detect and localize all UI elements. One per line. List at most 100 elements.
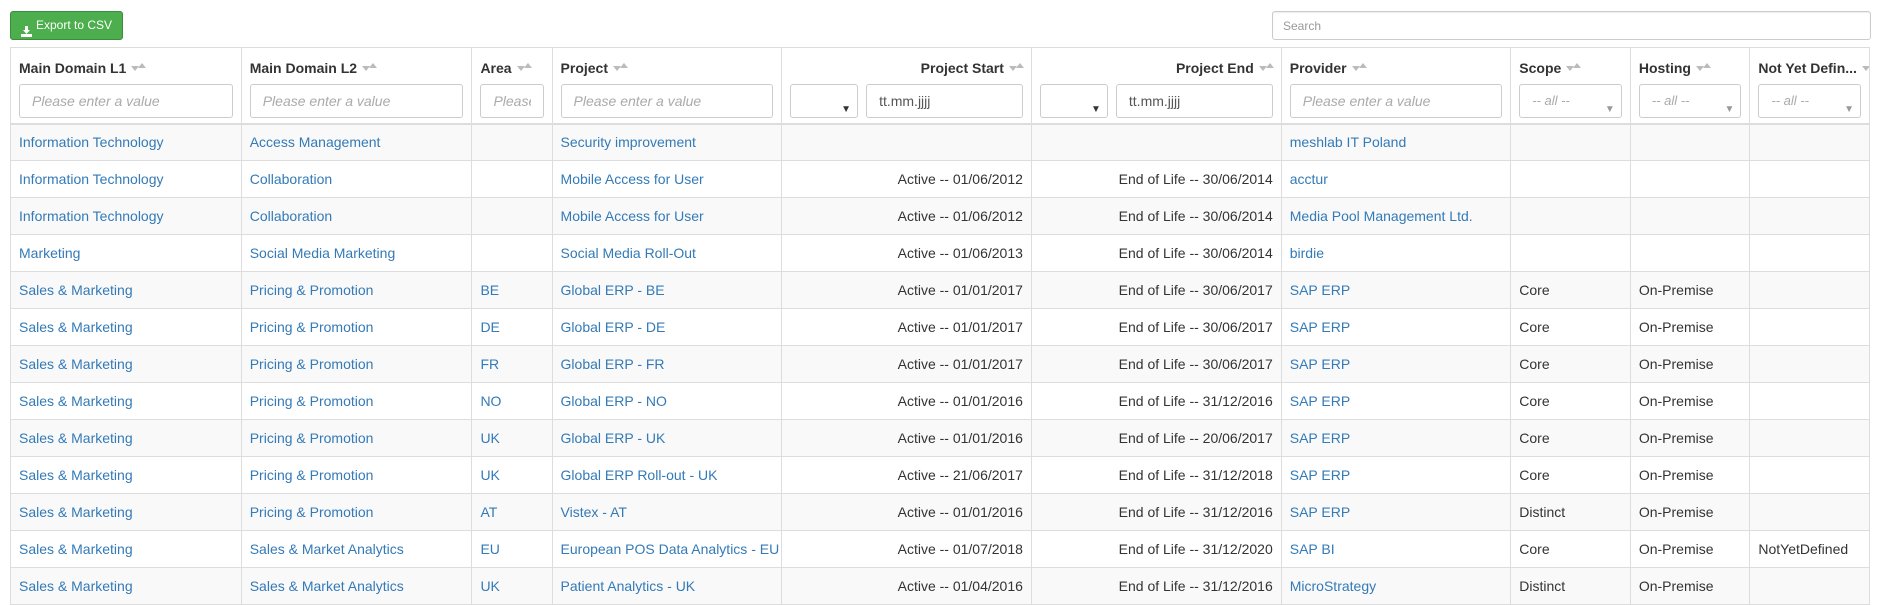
cell-project[interactable]: Global ERP Roll-out - UK: [551, 456, 783, 494]
cell-provider[interactable]: SAP ERP: [1280, 271, 1512, 309]
cell-project[interactable]: Global ERP - DE: [551, 308, 783, 346]
column-header-project-end[interactable]: Project End: [1030, 47, 1282, 80]
cell-not-yet-defin: [1749, 197, 1870, 235]
cell-main-domain-l2[interactable]: Pricing & Promotion: [240, 382, 473, 420]
cell-project[interactable]: European POS Data Analytics - EU: [551, 530, 783, 568]
cell-area[interactable]: UK: [471, 456, 553, 494]
cell-main-domain-l2[interactable]: Pricing & Promotion: [240, 271, 473, 309]
cell-area[interactable]: AT: [471, 493, 553, 531]
column-header-project-start[interactable]: Project Start: [781, 47, 1032, 80]
column-header-area[interactable]: Area: [471, 47, 553, 80]
sort-icon[interactable]: [613, 62, 628, 72]
cell-area[interactable]: EU: [471, 530, 553, 568]
cell-main-domain-l1[interactable]: Sales & Marketing: [10, 419, 242, 457]
cell-provider[interactable]: SAP ERP: [1280, 308, 1512, 346]
cell-provider[interactable]: birdie: [1280, 234, 1512, 272]
sort-icon[interactable]: [131, 62, 147, 72]
cell-provider[interactable]: Media Pool Management Ltd.: [1280, 197, 1512, 235]
cell-main-domain-l1[interactable]: Sales & Marketing: [10, 382, 242, 420]
cell-project[interactable]: Global ERP - BE: [551, 271, 783, 309]
cell-main-domain-l1[interactable]: Information Technology: [10, 160, 242, 198]
cell-provider[interactable]: SAP ERP: [1280, 345, 1512, 383]
sort-icon[interactable]: [1258, 62, 1274, 72]
cell-main-domain-l2[interactable]: Social Media Marketing: [240, 234, 473, 272]
filter-select-scope[interactable]: -- all -- ▼: [1519, 84, 1622, 118]
search-input[interactable]: [1272, 11, 1871, 40]
cell-area[interactable]: FR: [471, 345, 553, 383]
cell-area[interactable]: UK: [471, 419, 553, 457]
cell-main-domain-l1[interactable]: Information Technology: [10, 123, 242, 161]
date-operator-select[interactable]: ▼: [1039, 84, 1108, 118]
cell-main-domain-l2[interactable]: Collaboration: [240, 160, 473, 198]
cell-project[interactable]: Vistex - AT: [551, 493, 783, 531]
cell-main-domain-l1[interactable]: Sales & Marketing: [10, 493, 242, 531]
cell-project[interactable]: Global ERP - FR: [551, 345, 783, 383]
column-header-hosting[interactable]: Hosting: [1629, 47, 1751, 80]
cell-project-end: End of Life -- 31/12/2016: [1030, 493, 1282, 531]
cell-provider[interactable]: SAP ERP: [1280, 456, 1512, 494]
cell-area[interactable]: DE: [471, 308, 553, 346]
cell-project[interactable]: Global ERP - UK: [551, 419, 783, 457]
cell-main-domain-l2[interactable]: Pricing & Promotion: [240, 493, 473, 531]
sort-icon[interactable]: [1861, 64, 1869, 72]
filter-input-area[interactable]: [480, 84, 544, 118]
cell-project[interactable]: Social Media Roll-Out: [551, 234, 783, 272]
cell-main-domain-l2[interactable]: Sales & Market Analytics: [240, 567, 473, 605]
filter-input-project[interactable]: [560, 84, 774, 118]
cell-provider[interactable]: SAP ERP: [1280, 493, 1512, 531]
cell-area[interactable]: NO: [471, 382, 553, 420]
cell-main-domain-l1[interactable]: Sales & Marketing: [10, 456, 242, 494]
date-input-project-end[interactable]: tt.mm.jjjj: [1115, 84, 1273, 118]
cell-project[interactable]: Mobile Access for User: [551, 197, 783, 235]
column-header-main-domain-l2[interactable]: Main Domain L2: [240, 47, 473, 80]
cell-provider[interactable]: acctur: [1280, 160, 1512, 198]
sort-icon[interactable]: [362, 62, 378, 72]
cell-project[interactable]: Mobile Access for User: [551, 160, 783, 198]
cell-main-domain-l1[interactable]: Sales & Marketing: [10, 567, 242, 605]
cell-main-domain-l2[interactable]: Pricing & Promotion: [240, 308, 473, 346]
sort-icon[interactable]: [516, 62, 532, 72]
export-csv-button[interactable]: Export to CSV: [10, 11, 124, 40]
cell-main-domain-l2[interactable]: Collaboration: [240, 197, 473, 235]
sort-icon[interactable]: [1351, 62, 1367, 72]
cell-main-domain-l2[interactable]: Pricing & Promotion: [240, 456, 473, 494]
filter-select-not-yet-defin[interactable]: -- all -- ▼: [1758, 84, 1861, 118]
filter-input-main-domain-l1[interactable]: [19, 84, 233, 118]
cell-main-domain-l2[interactable]: Pricing & Promotion: [240, 345, 473, 383]
cell-provider[interactable]: MicroStrategy: [1280, 567, 1512, 605]
filter-select-hosting[interactable]: -- all -- ▼: [1638, 84, 1742, 118]
filter-input-provider[interactable]: [1289, 84, 1503, 118]
cell-main-domain-l1[interactable]: Sales & Marketing: [10, 308, 242, 346]
cell-project-start: Active -- 01/07/2018: [781, 530, 1032, 568]
cell-main-domain-l2[interactable]: Pricing & Promotion: [240, 419, 473, 457]
cell-main-domain-l2[interactable]: Access Management: [240, 123, 473, 161]
cell-main-domain-l1[interactable]: Sales & Marketing: [10, 271, 242, 309]
cell-project[interactable]: Patient Analytics - UK: [551, 567, 783, 605]
cell-area[interactable]: UK: [471, 567, 553, 605]
filter-input-main-domain-l2[interactable]: [249, 84, 464, 118]
column-header-not-yet-defin[interactable]: Not Yet Defin...: [1749, 47, 1870, 80]
cell-main-domain-l1[interactable]: Marketing: [10, 234, 242, 272]
cell-main-domain-l1[interactable]: Sales & Marketing: [10, 530, 242, 568]
cell-project[interactable]: Global ERP - NO: [551, 382, 783, 420]
column-header-main-domain-l1[interactable]: Main Domain L1: [10, 47, 242, 80]
cell-provider[interactable]: meshlab IT Poland: [1280, 123, 1512, 161]
cell-main-domain-l2[interactable]: Sales & Market Analytics: [240, 530, 473, 568]
sort-icon[interactable]: [1008, 62, 1024, 72]
cell-main-domain-l1[interactable]: Information Technology: [10, 197, 242, 235]
sort-icon[interactable]: [1695, 62, 1711, 72]
cell-project[interactable]: Security improvement: [551, 123, 783, 161]
sort-icon[interactable]: [1566, 62, 1582, 72]
cell-provider[interactable]: SAP ERP: [1280, 382, 1512, 420]
cell-main-domain-l1[interactable]: Sales & Marketing: [10, 345, 242, 383]
column-header-project[interactable]: Project: [551, 47, 783, 80]
column-header-scope[interactable]: Scope: [1510, 47, 1631, 80]
cell-area[interactable]: BE: [471, 271, 553, 309]
column-header-provider[interactable]: Provider: [1280, 47, 1512, 80]
cell-hosting: [1629, 197, 1751, 235]
date-operator-select[interactable]: ▼: [790, 84, 859, 118]
date-input-project-start[interactable]: tt.mm.jjjj: [866, 84, 1023, 118]
cell-provider[interactable]: SAP BI: [1280, 530, 1512, 568]
cell-scope: Core: [1510, 345, 1631, 383]
cell-provider[interactable]: SAP ERP: [1280, 419, 1512, 457]
